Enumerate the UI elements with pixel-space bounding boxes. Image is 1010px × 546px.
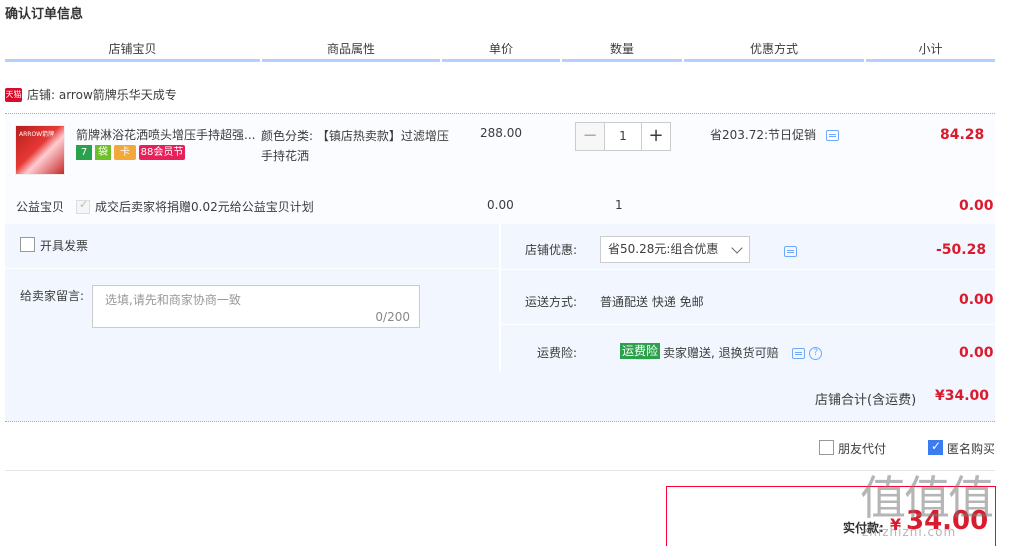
col-header-attributes: 商品属性	[262, 36, 440, 62]
charity-text: 成交后卖家将捐赠0.02元给公益宝贝计划	[95, 200, 314, 214]
quantity-increase-button[interactable]: +	[641, 122, 671, 151]
shop-name-link[interactable]: 店铺: arrow箭牌乐华天成专	[27, 86, 177, 103]
site-watermark: 值值值	[860, 471, 994, 525]
shop-total-label: 店铺合计(含运费)	[815, 393, 917, 408]
seller-message-input[interactable]: 选填,请先和商家协商一致 0/200	[92, 285, 420, 328]
shop-discount-select[interactable]: 省50.28元:组合优惠	[600, 236, 750, 263]
anonymous-purchase-label[interactable]: 匿名购买	[947, 440, 995, 457]
product-service-icons: 7 袋 卡 88会员节	[76, 145, 185, 160]
shopping-bag-icon[interactable]: 袋	[95, 145, 111, 160]
chat-bubble-icon[interactable]	[792, 348, 806, 359]
friend-pay-checkbox[interactable]	[819, 440, 834, 455]
col-header-unit-price: 单价	[442, 36, 560, 62]
product-thumbnail[interactable]: ARROW箭牌	[15, 125, 65, 175]
promotion-text: 省203.72:节日促销	[710, 128, 817, 142]
anonymous-purchase-checkbox[interactable]	[928, 439, 943, 455]
col-header-discount: 优惠方式	[684, 36, 864, 62]
divider	[5, 268, 499, 269]
quantity-input[interactable]: 1	[605, 122, 641, 151]
shop-total-value: ¥34.00	[935, 388, 990, 404]
invoice-checkbox[interactable]	[20, 237, 35, 252]
insurance-description: 卖家赠送, 退换货可赔	[663, 346, 779, 360]
friend-pay-label[interactable]: 朋友代付	[838, 440, 886, 457]
shop-discount-value: -50.28	[936, 242, 987, 258]
col-header-shop-item: 店铺宝贝	[5, 36, 260, 62]
insurance-text: 卖家赠送, 退换货可赔 ?	[663, 344, 823, 361]
chat-bubble-icon[interactable]	[783, 246, 797, 257]
invoice-label[interactable]: 开具发票	[40, 237, 88, 254]
shop-discount-label: 店铺优惠:	[525, 243, 578, 257]
page-title: 确认订单信息	[5, 7, 84, 22]
promotion-info: 省203.72:节日促销	[710, 126, 839, 143]
item-subtotal: 84.28	[940, 127, 985, 143]
shipping-value: 0.00	[959, 292, 994, 308]
insurance-badge: 运费险	[620, 343, 661, 359]
char-counter: 0/200	[375, 310, 410, 324]
charity-label: 公益宝贝	[16, 200, 65, 214]
seven-day-return-icon[interactable]: 7	[76, 145, 92, 160]
col-header-quantity: 数量	[562, 36, 682, 62]
quantity-stepper: − 1 +	[575, 122, 671, 151]
insurance-label: 运费险:	[537, 346, 578, 360]
member-festival-badge[interactable]: 88会员节	[139, 145, 185, 160]
tmall-logo-icon: 天猫	[5, 87, 22, 102]
site-watermark-url: zhizhizhi.com	[862, 525, 957, 539]
credit-card-icon[interactable]: 卡	[114, 145, 136, 160]
chevron-down-icon	[731, 242, 743, 254]
shipping-method: 普通配送 快递 免邮	[600, 295, 704, 309]
help-icon[interactable]: ?	[809, 347, 823, 360]
divider	[5, 470, 995, 471]
product-attribute: 颜色分类: 【镇店热卖款】过滤增压手持花洒	[261, 129, 449, 163]
shop-row: 天猫 店铺: arrow箭牌乐华天成专	[5, 86, 177, 103]
product-title-link[interactable]: 箭牌淋浴花洒喷头增压手持超强...	[76, 126, 256, 143]
charity-quantity: 1	[615, 198, 623, 212]
unit-price: 288.00	[480, 126, 522, 140]
shipping-label: 运送方式:	[525, 295, 578, 309]
divider	[501, 269, 995, 270]
charity-checkbox	[76, 198, 90, 214]
chat-bubble-icon[interactable]	[825, 130, 839, 141]
table-column-headers: 店铺宝贝 商品属性 单价 数量 优惠方式 小计	[5, 36, 995, 62]
seller-message-placeholder: 选填,请先和商家协商一致	[105, 293, 241, 307]
divider	[501, 324, 995, 325]
seller-message-label: 给卖家留言:	[20, 289, 85, 303]
shop-discount-selected: 省50.28元:组合优惠	[608, 242, 719, 256]
col-header-subtotal: 小计	[866, 36, 995, 62]
insurance-value: 0.00	[959, 345, 994, 361]
quantity-decrease-button[interactable]: −	[575, 122, 605, 151]
charity-price: 0.00	[487, 198, 514, 212]
charity-subtotal: 0.00	[959, 198, 994, 214]
